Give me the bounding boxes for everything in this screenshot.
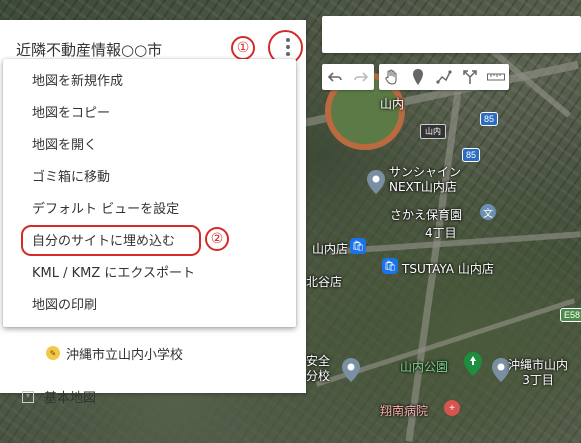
- layer-item-label: 沖縄市立山内小学校: [66, 347, 184, 363]
- menu-item-copy-map[interactable]: 地図をコピー: [3, 95, 296, 127]
- map-toolbar: [322, 64, 509, 90]
- menu-item-open-map[interactable]: 地図を開く: [3, 127, 296, 159]
- layer-item-school[interactable]: ✎ 沖縄市立山内小学校: [46, 344, 184, 363]
- map-label-yamauchi-store: 山内店: [312, 242, 349, 256]
- edit-tools-group: [379, 64, 509, 90]
- basemap-toggle[interactable]: ▼ 基本地図: [22, 387, 96, 406]
- undo-icon[interactable]: [322, 64, 348, 90]
- route-badge-85-south: 85: [462, 148, 481, 162]
- school-icon: ✎: [46, 346, 60, 360]
- basemap-label: 基本地図: [44, 391, 97, 406]
- route-badge-e58: E58: [560, 308, 581, 322]
- map-label-sakae: さかえ保育園: [390, 208, 463, 222]
- map-title[interactable]: 近隣不動産情報○○市: [16, 39, 162, 60]
- chevron-down-icon: ▼: [22, 390, 34, 403]
- hand-icon[interactable]: [379, 64, 405, 90]
- map-label-sunshine: サンシャイン NEXT山内店: [389, 165, 462, 194]
- annotation-ring-embed: [21, 225, 201, 256]
- map-label-tsutaya: TSUTAYA 山内店: [402, 262, 494, 276]
- options-menu: 地図を新規作成 地図をコピー 地図を開く ゴミ箱に移動 デフォルト ビューを設定…: [3, 59, 296, 327]
- menu-item-default-view[interactable]: デフォルト ビューを設定: [3, 191, 296, 223]
- menu-item-print[interactable]: 地図の印刷: [3, 287, 296, 319]
- map-pin-icon[interactable]: [367, 170, 385, 194]
- ruler-icon[interactable]: [483, 64, 509, 90]
- annotation-badge-1: ①: [231, 36, 255, 60]
- map-label-yonchome: 4丁目: [425, 226, 457, 240]
- menu-item-trash[interactable]: ゴミ箱に移動: [3, 159, 296, 191]
- map-label-kitaya: 北谷店: [306, 275, 343, 289]
- hospital-icon[interactable]: +: [444, 400, 460, 416]
- park-pin-icon[interactable]: [464, 352, 482, 376]
- map-label-okinawa-3: 沖縄市山内 3丁目: [508, 358, 569, 387]
- school-poi-icon[interactable]: 文: [480, 204, 496, 220]
- menu-item-new-map[interactable]: 地図を新規作成: [3, 63, 296, 95]
- shopping-bag-icon[interactable]: 🛍: [382, 258, 398, 274]
- map-label-hospital: 翔南病院: [380, 404, 429, 418]
- marker-icon[interactable]: [405, 64, 431, 90]
- map-label-anzen: 安全 分校: [306, 354, 331, 383]
- search-input[interactable]: [322, 16, 581, 53]
- route-badge-85-north: 85: [480, 112, 499, 126]
- line-icon[interactable]: [431, 64, 457, 90]
- annotation-badge-2: ②: [205, 227, 229, 251]
- directions-icon[interactable]: [457, 64, 483, 90]
- map-label-yamauchi: 山内: [380, 97, 405, 111]
- redo-icon[interactable]: [348, 64, 374, 90]
- menu-item-export-kml[interactable]: KML / KMZ にエクスポート: [3, 255, 296, 287]
- shopping-bag-icon[interactable]: 🛍: [350, 238, 366, 254]
- map-sign-yamauchi: 山内: [420, 124, 446, 139]
- history-group: [322, 64, 374, 90]
- map-pin-icon[interactable]: [342, 358, 360, 382]
- map-label-park: 山内公園: [400, 360, 449, 374]
